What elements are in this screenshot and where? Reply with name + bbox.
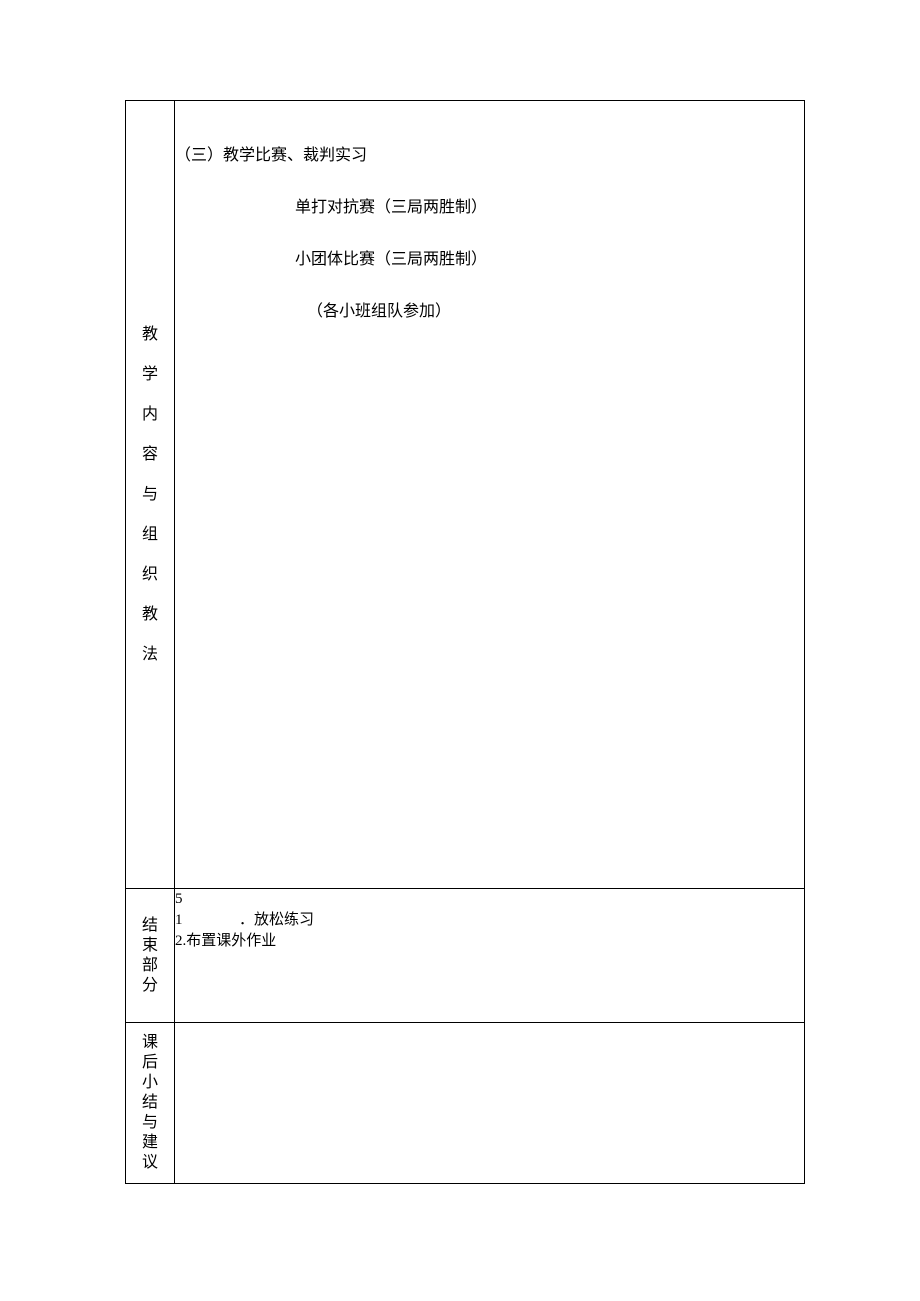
row1-label-char: 织: [142, 567, 158, 583]
row1-label-char: 学: [142, 367, 158, 383]
closing-item-1: 1 ．放松练习: [175, 910, 804, 931]
content-line-b: 小团体比赛（三局两胜制）: [295, 245, 804, 269]
row1-label-char: 法: [142, 647, 158, 663]
row1-label-char: 教: [142, 607, 158, 623]
row1-label-char: 内: [142, 407, 158, 423]
row1-label-char: 组: [142, 527, 158, 543]
closing-item1-text: ．放松练习: [239, 912, 314, 928]
row2-label-char: 束: [142, 938, 158, 954]
row1-label-char: 容: [142, 447, 158, 463]
row3-label-cell: 课 后 小 结 与 建 议: [126, 1023, 175, 1184]
row1-label-char: 教: [142, 327, 158, 343]
content-line-c: （各小班组队参加）: [307, 297, 804, 321]
lesson-plan-table: 教 学 内 容 与 组 织 教 法 （三）教学比赛、裁判实习 单打对抗赛（三局两…: [125, 100, 805, 1184]
row3-label-char: 与: [142, 1115, 158, 1131]
content-line-a: 单打对抗赛（三局两胜制）: [295, 193, 804, 217]
closing-item1-num: 1: [175, 910, 187, 931]
row1-label: 教 学 内 容 与 组 织 教 法: [126, 305, 174, 685]
row2-content-cell: 5 1 ．放松练习 2.布置课外作业: [175, 889, 805, 1023]
row1-content-cell: （三）教学比赛、裁判实习 单打对抗赛（三局两胜制） 小团体比赛（三局两胜制） （…: [175, 101, 805, 889]
row2-label-cell: 结 束 部 分: [126, 889, 175, 1023]
section-title: （三）教学比赛、裁判实习: [175, 141, 804, 165]
row2-label-char: 部: [142, 958, 158, 974]
closing-item-2: 2.布置课外作业: [175, 931, 804, 952]
row1-label-cell: 教 学 内 容 与 组 织 教 法: [126, 101, 175, 889]
row1-label-char: 与: [142, 487, 158, 503]
row2-label: 结 束 部 分: [126, 906, 174, 1006]
row3-label-char: 议: [142, 1155, 158, 1171]
row3-label-char: 建: [142, 1135, 158, 1151]
row3-label: 课 后 小 结 与 建 议: [126, 1023, 174, 1183]
row3-label-char: 结: [142, 1095, 158, 1111]
row3-content-cell: [175, 1023, 805, 1184]
closing-top-num: 5: [175, 889, 804, 910]
row3-label-char: 后: [142, 1055, 158, 1071]
row2-label-char: 结: [142, 918, 158, 934]
row2-label-char: 分: [142, 978, 158, 994]
row3-label-char: 小: [142, 1075, 158, 1091]
row3-label-char: 课: [142, 1035, 158, 1051]
